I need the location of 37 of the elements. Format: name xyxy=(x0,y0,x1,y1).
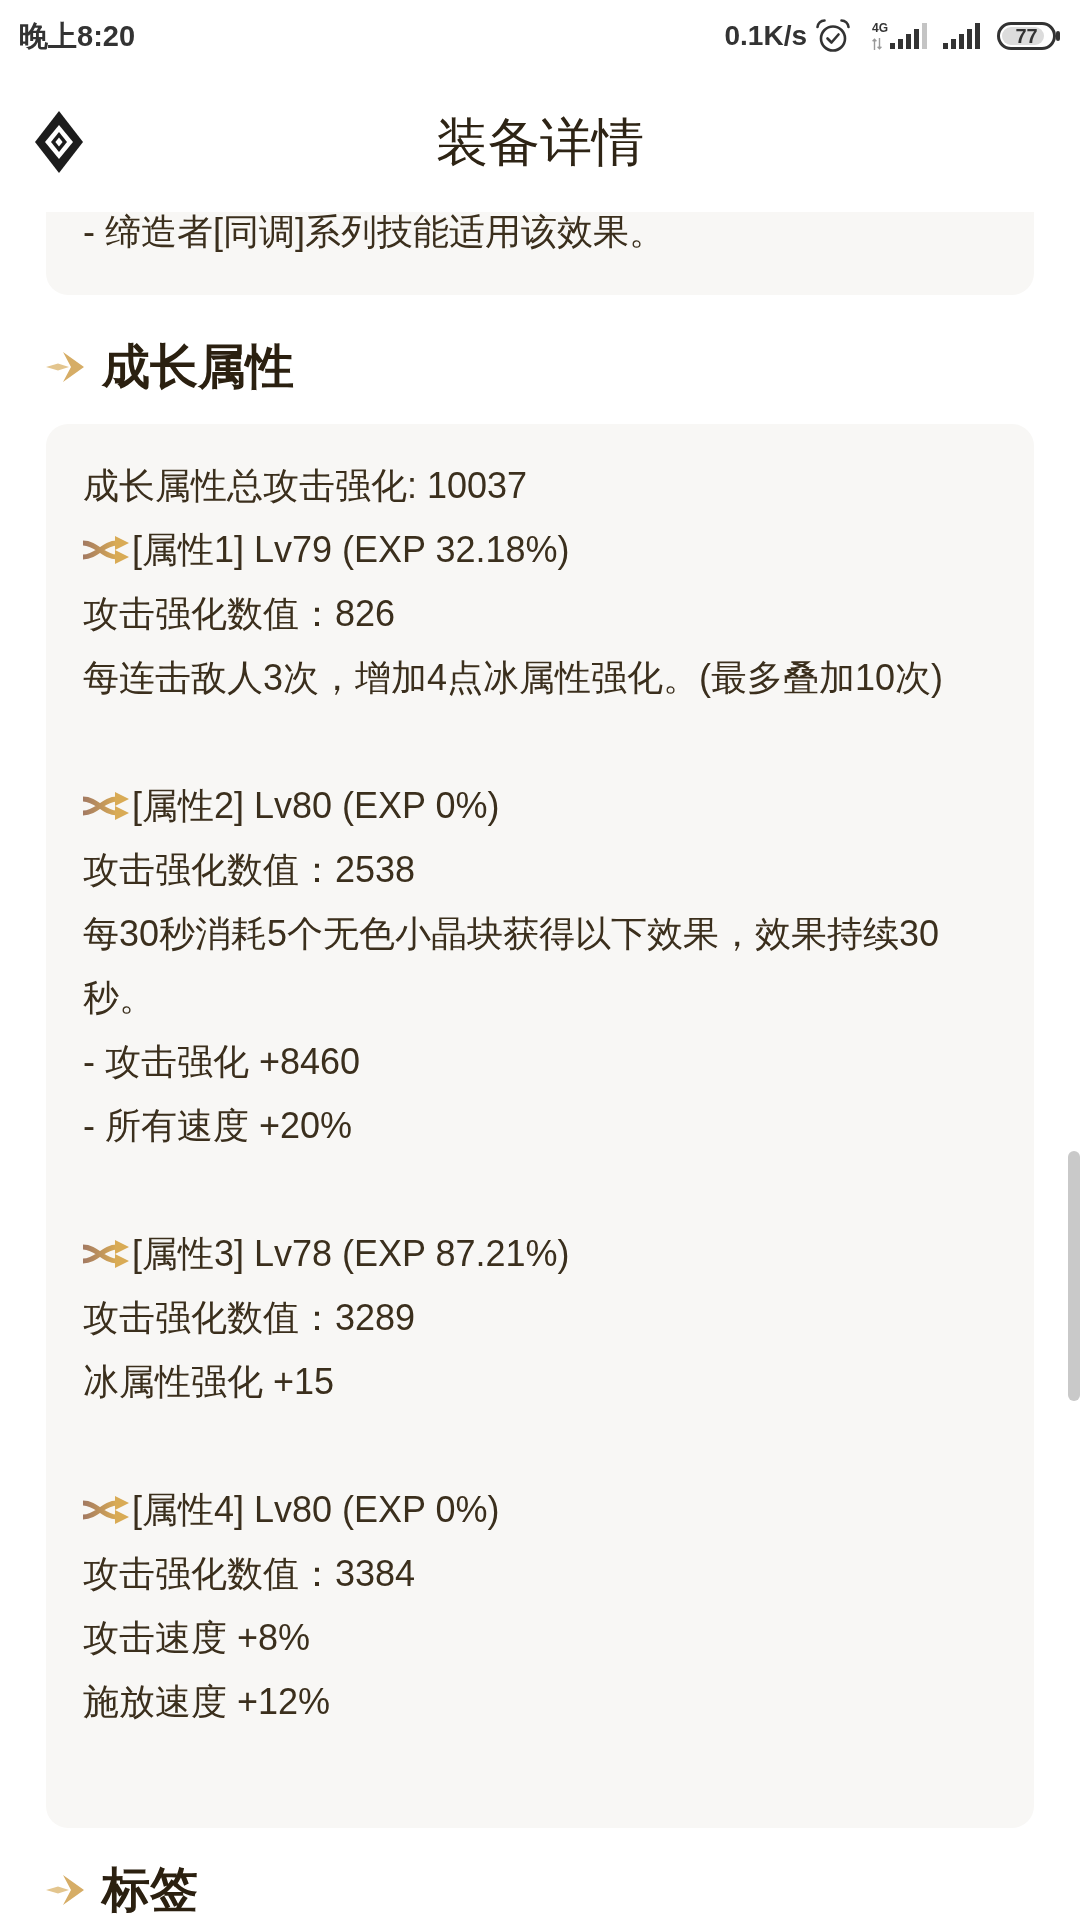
shuffle-icon xyxy=(83,1239,129,1269)
attribute-text: - 所有速度 +20% xyxy=(83,1104,354,1148)
attribute-text: 攻击强化数值：3289 xyxy=(83,1296,417,1340)
data-arrows-icon xyxy=(872,38,882,50)
logo-icon[interactable] xyxy=(35,111,83,173)
attribute-text: 攻击速度 +8% xyxy=(83,1616,312,1660)
signal-icon xyxy=(890,23,928,49)
attribute-text: 攻击强化数值：2538 xyxy=(83,848,417,892)
shuffle-icon xyxy=(83,535,129,565)
section-heading: 标签 xyxy=(102,1862,198,1918)
attribute-text: 每连击敌人3次，增加4点冰属性强化。(最多叠加10次) xyxy=(83,656,945,700)
shuffle-icon xyxy=(83,791,129,821)
chevron-icon xyxy=(46,1874,86,1906)
chevron-icon xyxy=(46,351,86,383)
attribute-text: 攻击强化数值：826 xyxy=(83,592,397,636)
network-type: 4G xyxy=(872,22,888,35)
page-title: 装备详情 xyxy=(436,112,644,173)
signal-icon xyxy=(943,23,981,49)
attribute-text: 施放速度 +12% xyxy=(83,1680,332,1724)
network-speed: 0.1K/s xyxy=(724,19,807,53)
attribute-title: [属性2] Lv80 (EXP 0%) xyxy=(132,784,500,828)
battery-icon xyxy=(997,22,1060,50)
status-time: 晚上8:20 xyxy=(19,19,136,53)
scrollbar-thumb[interactable] xyxy=(1068,1151,1080,1401)
attribute-text: 冰属性强化 +15 xyxy=(83,1360,336,1404)
attribute-title: [属性3] Lv78 (EXP 87.21%) xyxy=(132,1232,570,1276)
attribute-title: [属性4] Lv80 (EXP 0%) xyxy=(132,1488,500,1532)
attribute-text: - 攻击强化 +8460 xyxy=(83,1040,362,1084)
alarm-clock-icon xyxy=(816,19,850,53)
summary-text: 成长属性总攻击强化: 10037 xyxy=(83,464,529,508)
attribute-text: 攻击强化数值：3384 xyxy=(83,1552,417,1596)
shuffle-icon xyxy=(83,1495,129,1525)
attribute-title: [属性1] Lv79 (EXP 32.18%) xyxy=(132,528,570,572)
section-heading: 成长属性 xyxy=(102,339,294,395)
attribute-text: 每30秒消耗5个无色小晶块获得以下效果，效果持续30秒。 xyxy=(83,912,941,1020)
battery-percentage: 77 xyxy=(1015,25,1038,47)
effect-text: - 缔造者[同调]系列技能适用该效果。 xyxy=(83,212,666,252)
